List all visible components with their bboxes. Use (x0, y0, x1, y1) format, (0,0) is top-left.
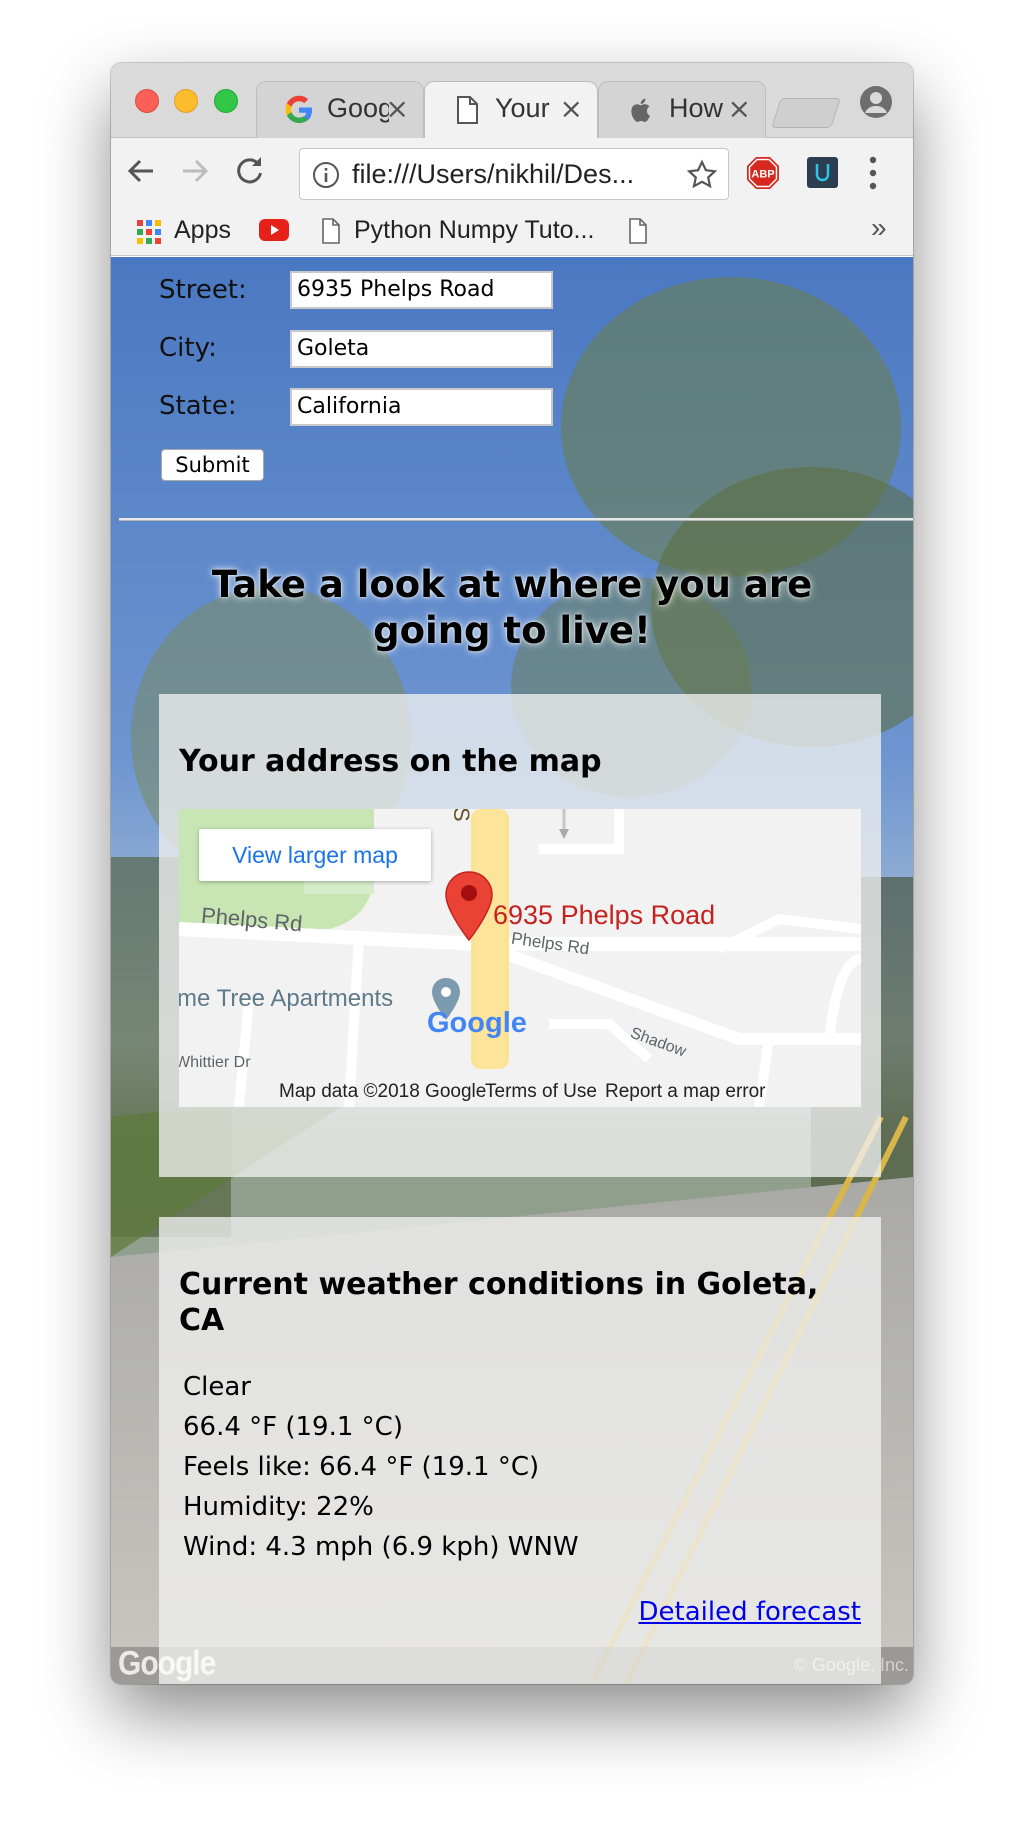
bookmark-python-numpy[interactable]: Python Numpy Tuto... (354, 216, 594, 245)
street-label: Street: (159, 275, 247, 305)
city-label: City: (159, 333, 217, 363)
zoom-window-button[interactable] (214, 89, 238, 113)
close-tab-icon[interactable]: × (728, 92, 751, 125)
minimize-window-button[interactable] (174, 89, 198, 113)
map-street-label: S (449, 809, 474, 822)
weather-condition: Clear (183, 1372, 251, 1402)
back-arrow-icon[interactable] (123, 153, 159, 189)
terms-of-use-link[interactable]: Terms of Use (485, 1081, 597, 1103)
page-icon (457, 96, 478, 124)
close-tab-icon[interactable]: × (386, 92, 409, 125)
google-watermark: Google (118, 1644, 216, 1683)
bookmark-star-icon[interactable] (686, 159, 718, 191)
weather-humidity: Humidity: 22% (183, 1492, 374, 1522)
close-tab-icon[interactable]: × (560, 92, 583, 125)
divider (119, 518, 913, 521)
udacity-extension-icon[interactable] (807, 157, 838, 188)
map-place-label: me Tree Apartments (179, 985, 394, 1012)
weather-feels-like: Feels like: 66.4 °F (19.1 °C) (183, 1452, 540, 1482)
svg-text:ABP: ABP (751, 169, 774, 181)
embedded-map[interactable]: View larger map S Phelps Rd Phelps Rd me… (179, 809, 861, 1107)
browser-toolbar: file:///Users/nikhil/Des... ABP (111, 138, 913, 206)
tab-label: Your (495, 93, 550, 123)
map-marker-icon[interactable] (445, 871, 493, 941)
google-logo: Google (427, 1007, 527, 1039)
tab-label: How (669, 93, 724, 123)
new-tab-button[interactable] (771, 98, 841, 128)
more-menu-icon[interactable] (869, 156, 877, 190)
browser-window: Goog × Your × How × file:///Users/nikhil… (111, 63, 913, 1684)
info-icon[interactable] (312, 161, 340, 189)
weather-card-title: Current weather conditions in Goleta, CA (179, 1267, 819, 1338)
weather-card: Current weather conditions in Goleta, CA… (159, 1217, 881, 1684)
profile-icon[interactable] (859, 85, 893, 119)
url-text: file:///Users/nikhil/Des... (352, 159, 635, 189)
weather-wind: Wind: 4.3 mph (6.9 kph) WNW (183, 1532, 579, 1562)
adblock-icon[interactable]: ABP (746, 156, 780, 190)
map-marker-label: 6935 Phelps Road (493, 900, 716, 930)
copyright-watermark: © Google, Inc. (793, 1655, 909, 1675)
tab-google[interactable]: Goog × (256, 81, 424, 138)
address-bar[interactable]: file:///Users/nikhil/Des... (299, 148, 729, 200)
page-icon (322, 218, 340, 244)
detailed-forecast-link[interactable]: Detailed forecast (639, 1597, 862, 1627)
map-data-attribution: Map data ©2018 Google (279, 1081, 487, 1102)
tab-label: Goog (327, 93, 389, 123)
close-window-button[interactable] (135, 89, 159, 113)
tab-strip: Goog × Your × How × (111, 63, 913, 138)
map-card-title: Your address on the map (179, 744, 602, 779)
report-map-error-link[interactable]: Report a map error (605, 1081, 766, 1103)
tab-active[interactable]: Your × (424, 81, 598, 138)
youtube-icon[interactable] (259, 219, 289, 241)
apps-grid-icon[interactable] (137, 220, 161, 244)
street-input[interactable]: 6935 Phelps Road (290, 271, 553, 309)
reload-icon[interactable] (232, 153, 268, 189)
weather-temperature: 66.4 °F (19.1 °C) (183, 1412, 403, 1442)
map-card: Your address on the map View larger map … (159, 694, 881, 1177)
city-input[interactable]: Goleta (290, 330, 553, 368)
state-label: State: (159, 391, 237, 421)
google-logo-letter: Google (427, 1007, 527, 1039)
bookmarks-bar: Apps Python Numpy Tuto... » (111, 206, 913, 256)
page-content: Street: 6935 Phelps Road City: Goleta St… (111, 257, 913, 1684)
forward-arrow-icon[interactable] (177, 153, 213, 189)
bookmarks-overflow-icon[interactable]: » (871, 212, 887, 244)
tab-apple[interactable]: How × (598, 81, 766, 138)
view-larger-map-button[interactable]: View larger map (199, 829, 431, 881)
bookmark-page-icon[interactable] (628, 218, 648, 244)
apple-icon (631, 98, 650, 122)
page-headline: Take a look at where you are going to li… (211, 563, 813, 652)
google-icon (285, 95, 312, 123)
map-footer: Map data ©2018 Google Terms of Use Repor… (179, 1077, 861, 1107)
submit-button[interactable]: Submit (161, 449, 264, 481)
state-input[interactable]: California (290, 388, 553, 426)
svg-text:Google: Google (427, 1007, 527, 1039)
bookmark-apps[interactable]: Apps (174, 216, 231, 245)
map-street-label: Whittier Dr (179, 1054, 251, 1071)
